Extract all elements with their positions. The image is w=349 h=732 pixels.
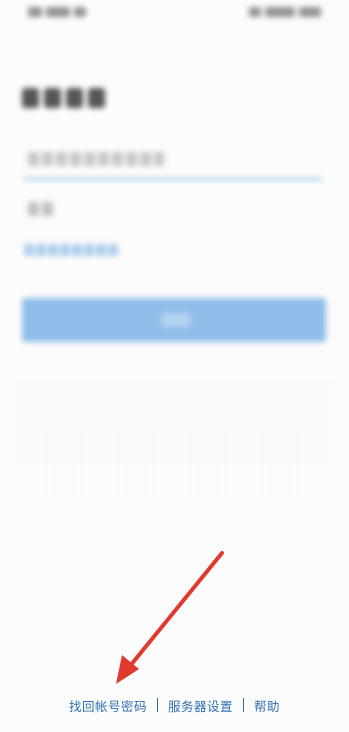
login-button[interactable]: [22, 298, 326, 342]
account-placeholder: [28, 152, 164, 166]
status-bar-right: [233, 6, 321, 18]
login-button-label: [162, 313, 190, 327]
password-input[interactable]: [24, 196, 322, 226]
help-link[interactable]: 帮助: [254, 696, 280, 715]
page-title: [22, 88, 110, 112]
login-screen: 找回帐号密码 服务器设置 帮助: [0, 0, 349, 732]
background-pattern: [18, 380, 334, 680]
footer-links: 找回帐号密码 服务器设置 帮助: [0, 694, 349, 716]
server-settings-link[interactable]: 服务器设置: [168, 696, 233, 715]
find-account-password-link[interactable]: 找回帐号密码: [69, 696, 147, 715]
blurred-content: [0, 0, 349, 732]
separator: [156, 698, 158, 712]
separator: [243, 698, 244, 712]
password-placeholder: [28, 202, 56, 216]
account-input[interactable]: [24, 148, 322, 180]
status-bar-left: [28, 6, 94, 18]
alternate-login-link[interactable]: [24, 244, 118, 256]
